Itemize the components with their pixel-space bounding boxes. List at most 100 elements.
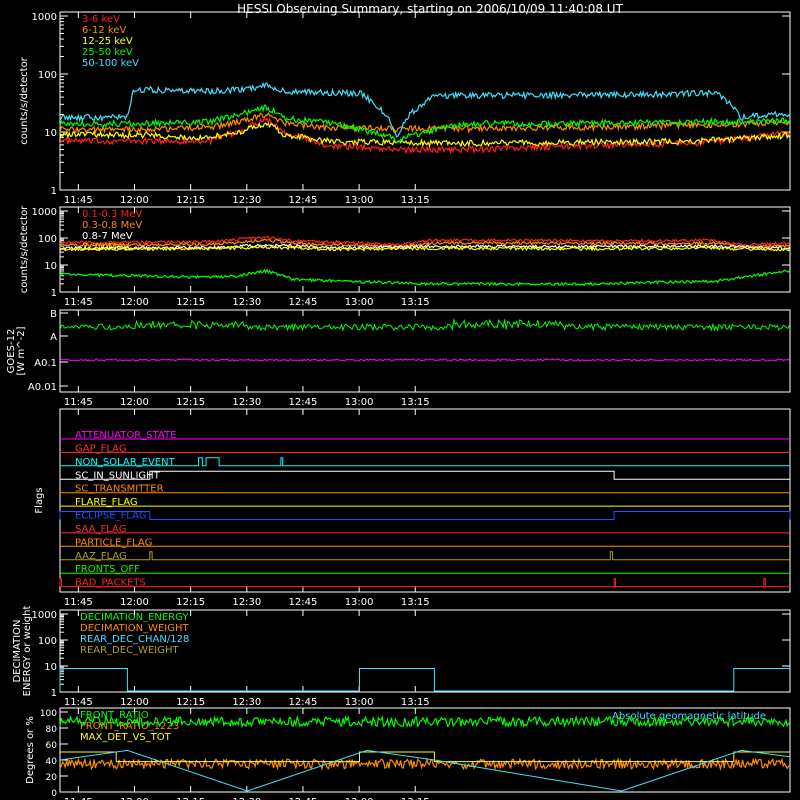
flag-line-bad-packets [59, 578, 790, 588]
y-tick-label: A [50, 332, 57, 343]
x-tick-label: 12:45 [289, 597, 318, 608]
y-tick-label: 10 [44, 662, 57, 673]
y-tick-label: 100 [38, 70, 57, 81]
x-tick-label: 13:15 [401, 597, 430, 608]
y-axis-label: counts/s/detector [19, 56, 30, 144]
y-tick-label: 1 [51, 186, 57, 197]
x-tick-label: 12:00 [120, 397, 149, 408]
y-tick-label: B [50, 309, 57, 320]
x-tick-label: 13:00 [345, 195, 374, 206]
x-tick-label: 12:15 [176, 697, 205, 708]
y-tick-label: 10 [44, 128, 57, 139]
panel-frame [59, 309, 791, 393]
x-tick-label: 12:45 [289, 397, 318, 408]
x-tick-label: 12:15 [176, 297, 205, 308]
y-tick-label: 100 [38, 234, 57, 245]
hessi-summary-figure: HESSI Observing Summary, starting on 200… [0, 0, 800, 800]
y-tick-label: 0 [51, 789, 57, 799]
legend-entry: REAR_DEC_CHAN/128 [80, 634, 189, 645]
figure-title: HESSI Observing Summary, starting on 200… [237, 2, 623, 16]
panel-high-energy: 11:45 12:00 12:15 12:30 12:45 13:00 13:15 count… [19, 205, 791, 308]
x-tick-label: 12:00 [120, 297, 149, 308]
x-tick-label: 13:00 [345, 397, 374, 408]
legend-entry: 3-6 keV [82, 14, 120, 25]
y-tick-label: 1000 [32, 610, 57, 621]
x-tick-label: 12:45 [289, 195, 318, 206]
legend-entry: 0.1-0.3 MeV [82, 209, 142, 220]
x-tick-label: 11:45 [64, 195, 93, 206]
flag-line-sc-in-sunlight [60, 470, 790, 480]
x-tick-label: 12:30 [232, 597, 261, 608]
x-tick-label: 11:45 [64, 697, 93, 708]
series-line-max-det-vs-tot [60, 751, 790, 763]
legend-entry: 25-50 keV [82, 47, 133, 58]
series-line-unnamed [59, 268, 791, 287]
y-tick-label: 10 [44, 261, 57, 272]
y-tick-label: A0.1 [34, 358, 57, 369]
x-tick-label: 13:00 [345, 297, 374, 308]
x-tick-label: 12:15 [176, 195, 205, 206]
y-tick-label: 1 [51, 688, 57, 699]
y-tick-label: 40 [46, 757, 58, 767]
y-axis-label: Flags [34, 487, 45, 513]
legend-entry: DECIMATION_ENERGY [80, 612, 189, 623]
panel-flags: 11:45 12:00 12:15 12:30 12:45 13:00 13:15 Flags… [34, 408, 791, 608]
x-tick-label: 12:30 [232, 297, 261, 308]
x-tick-label: 12:45 [289, 697, 318, 708]
x-tick-label: 13:00 [345, 697, 374, 708]
y-tick-label: 1000 [32, 207, 57, 218]
x-tick-label: 12:45 [289, 297, 318, 308]
goes-series-1 [59, 358, 790, 362]
panel-goes: 11:45 12:00 12:15 12:30 12:45 13:00 13:15GOES-… [6, 309, 791, 408]
x-tick-label: 13:15 [401, 397, 430, 408]
series-line-rear-dec-chan-128 [59, 668, 790, 692]
x-tick-label: 12:15 [176, 397, 205, 408]
legend-entry: 0.3-0.8 MeV [82, 220, 142, 231]
flag-label: ECLIPSE_FLAG [75, 511, 146, 522]
y-tick-label: 20 [46, 773, 58, 783]
y-axis-label: Degrees or % [25, 716, 36, 784]
flag-line-aaz-flag [60, 551, 790, 561]
x-tick-label: 12:30 [232, 397, 261, 408]
y-axis-label-2: [W m^-2] [16, 326, 27, 375]
x-tick-label: 12:00 [120, 697, 149, 708]
series-line-unnamed [59, 749, 791, 792]
y-tick-label: 100 [40, 709, 57, 719]
x-tick-label: 12:30 [232, 697, 261, 708]
legend-entry: FRONT_RATIO_1223 [80, 721, 179, 732]
y-axis-label: counts/s/detector [19, 205, 30, 293]
legend-entry: MAX_DET_VS_TOT [80, 732, 172, 743]
y-tick-label: A0.01 [28, 382, 57, 393]
figure-canvas: HESSI Observing Summary, starting on 200… [6, 2, 791, 800]
y-tick-label: 60 [46, 741, 58, 751]
legend-entry: 6-12 keV [82, 25, 126, 36]
panel-ratios: 11:4512:0012:1512:3012:4513:0013:15Degre… [25, 707, 791, 800]
y-tick-label: 80 [46, 725, 58, 735]
x-tick-label: 11:45 [64, 297, 93, 308]
y-tick-label: 1000 [32, 12, 57, 23]
legend-entry: 50-100 keV [82, 58, 139, 69]
legend-entry: FRONT_RATIO [80, 710, 149, 721]
x-tick-label: 11:45 [64, 397, 93, 408]
x-tick-label: 13:15 [401, 697, 430, 708]
panel-decimation: 11:45 12:00 12:15 12:30 12:45 13:00 13:15 DECIM… [12, 606, 791, 708]
x-tick-label: 13:15 [401, 297, 430, 308]
x-tick-label: 12:15 [176, 597, 205, 608]
x-tick-label: 12:30 [232, 195, 261, 206]
y-tick-label: 100 [38, 636, 57, 647]
x-tick-label: 13:15 [401, 195, 430, 206]
x-tick-label: 13:00 [345, 597, 374, 608]
series-line-front-ratio-1223 [59, 757, 790, 771]
x-tick-label: 12:00 [120, 597, 149, 608]
x-tick-label: 11:45 [64, 597, 93, 608]
x-tick-label: 12:00 [120, 195, 149, 206]
legend-entry: 0.8-7 MeV [82, 231, 133, 242]
y-tick-label: 1 [51, 288, 57, 299]
flag-line-eclipse-flag [59, 511, 791, 520]
panel-lightcurves: 11:45 12:00 12:15 12:30 12:45 13:00 13:15 count… [19, 11, 791, 206]
legend-entry: REAR_DEC_WEIGHT [80, 645, 179, 656]
legend-entry: 12-25 keV [82, 36, 133, 47]
series-line-7-20-mev [59, 245, 791, 252]
goes-series-0 [59, 318, 790, 332]
legend-entry: DECIMATION_WEIGHT [80, 623, 189, 634]
